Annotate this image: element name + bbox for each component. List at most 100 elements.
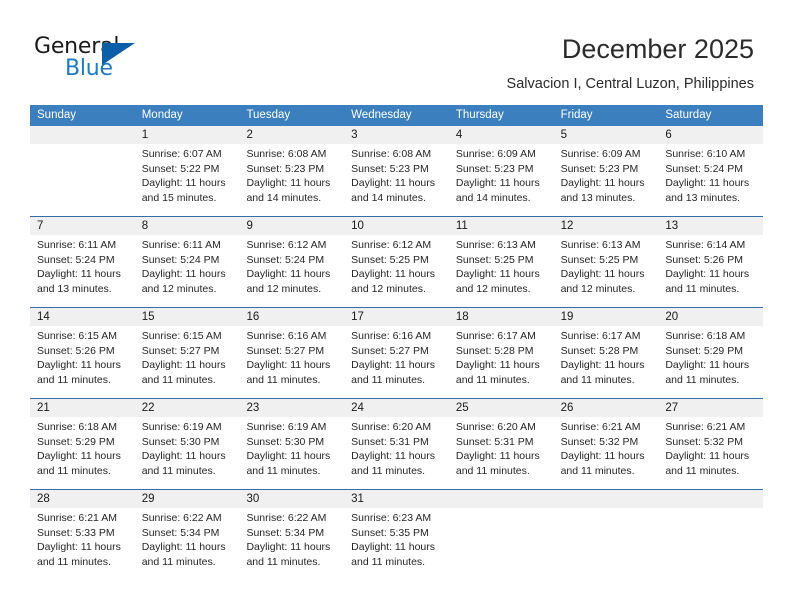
day-number[interactable]: 28 <box>30 490 135 508</box>
day-number[interactable]: 25 <box>449 399 554 417</box>
daylight-text: Daylight: 11 hours and 12 minutes. <box>560 268 645 295</box>
day-cell[interactable]: Sunrise: 6:19 AM Sunset: 5:30 PM Daylight:… <box>239 417 344 489</box>
day-cell[interactable]: Sunrise: 6:15 AM Sunset: 5:26 PM Daylight:… <box>30 326 135 398</box>
sunset-text: Sunset: 5:27 PM <box>351 344 429 357</box>
day-number[interactable]: 1 <box>135 126 240 144</box>
day-number[interactable]: 26 <box>554 399 659 417</box>
day-cell[interactable]: Sunrise: 6:08 AM Sunset: 5:23 PM Daylight:… <box>239 144 344 216</box>
day-number[interactable]: 11 <box>449 217 554 235</box>
day-number[interactable]: 14 <box>30 308 135 326</box>
day-number[interactable]: 13 <box>658 217 763 235</box>
sunrise-text: Sunrise: 6:20 AM <box>351 421 432 433</box>
day-cell[interactable]: Sunrise: 6:16 AM Sunset: 5:27 PM Daylight:… <box>344 326 449 398</box>
day-number[interactable]: 18 <box>449 308 554 326</box>
day-cell[interactable]: Sunrise: 6:11 AM Sunset: 5:24 PM Daylight:… <box>135 235 240 307</box>
day-number[interactable]: 19 <box>554 308 659 326</box>
daylight-text: Daylight: 11 hours and 11 minutes. <box>560 450 645 477</box>
day-cell[interactable]: Sunrise: 6:18 AM Sunset: 5:29 PM Daylight:… <box>658 326 763 398</box>
day-cell[interactable]: Sunrise: 6:12 AM Sunset: 5:24 PM Daylight:… <box>239 235 344 307</box>
day-number[interactable]: 29 <box>135 490 240 508</box>
sunrise-text: Sunrise: 6:22 AM <box>246 512 327 524</box>
day-cell[interactable]: Sunrise: 6:09 AM Sunset: 5:23 PM Daylight:… <box>449 144 554 216</box>
day-cell[interactable]: Sunrise: 6:17 AM Sunset: 5:28 PM Daylight:… <box>449 326 554 398</box>
day-cell[interactable]: Sunrise: 6:22 AM Sunset: 5:34 PM Daylight:… <box>239 508 344 580</box>
day-number-empty <box>30 126 135 144</box>
day-number[interactable]: 5 <box>554 126 659 144</box>
day-cell[interactable]: Sunrise: 6:08 AM Sunset: 5:23 PM Daylight:… <box>344 144 449 216</box>
day-number[interactable]: 30 <box>239 490 344 508</box>
sunset-text: Sunset: 5:34 PM <box>141 526 220 539</box>
sunset-text: Sunset: 5:23 PM <box>560 162 639 175</box>
day-cell[interactable]: Sunrise: 6:19 AM Sunset: 5:30 PM Daylight:… <box>135 417 240 489</box>
day-number[interactable]: 4 <box>449 126 554 144</box>
daylight-text: Daylight: 11 hours and 11 minutes. <box>351 450 436 477</box>
day-cell[interactable]: Sunrise: 6:10 AM Sunset: 5:24 PM Daylight:… <box>658 144 763 216</box>
day-cell[interactable]: Sunrise: 6:11 AM Sunset: 5:24 PM Daylight:… <box>30 235 135 307</box>
day-number[interactable]: 16 <box>239 308 344 326</box>
daylight-text: Daylight: 11 hours and 11 minutes. <box>37 541 121 568</box>
day-number[interactable]: 3 <box>344 126 449 144</box>
day-number[interactable]: 2 <box>239 126 344 144</box>
sunset-text: Sunset: 5:25 PM <box>560 253 639 266</box>
day-number[interactable]: 24 <box>344 399 449 417</box>
general-blue-logo[interactable]: General Blue <box>34 34 164 84</box>
day-number[interactable]: 12 <box>554 217 659 235</box>
day-cell[interactable]: Sunrise: 6:18 AM Sunset: 5:29 PM Daylight:… <box>30 417 135 489</box>
calendar-week-row: 1 2 3 4 5 6 Sunrise: 6:07 AM Sunset: 5:22 PM Day… <box>30 126 763 216</box>
day-number[interactable]: 31 <box>344 490 449 508</box>
sunset-text: Sunset: 5:23 PM <box>246 162 325 175</box>
sunset-text: Sunset: 5:30 PM <box>246 435 325 448</box>
day-number[interactable]: 8 <box>135 217 240 235</box>
weekday-header-wednesday: Wednesday <box>351 109 412 121</box>
sunrise-text: Sunrise: 6:13 AM <box>560 239 641 251</box>
day-cell[interactable]: Sunrise: 6:12 AM Sunset: 5:25 PM Daylight:… <box>344 235 449 307</box>
day-cell[interactable]: Sunrise: 6:20 AM Sunset: 5:31 PM Daylight:… <box>344 417 449 489</box>
sunset-text: Sunset: 5:32 PM <box>665 435 743 448</box>
day-cell[interactable]: Sunrise: 6:21 AM Sunset: 5:32 PM Daylight:… <box>554 417 659 489</box>
day-cell[interactable]: Sunrise: 6:13 AM Sunset: 5:25 PM Daylight:… <box>554 235 659 307</box>
daylight-text: Daylight: 11 hours and 13 minutes. <box>665 177 750 204</box>
day-number[interactable]: 23 <box>239 399 344 417</box>
sunset-text: Sunset: 5:34 PM <box>246 526 325 539</box>
day-cell[interactable]: Sunrise: 6:23 AM Sunset: 5:35 PM Daylight:… <box>344 508 449 580</box>
day-cell[interactable]: Sunrise: 6:14 AM Sunset: 5:26 PM Daylight:… <box>658 235 763 307</box>
sunrise-text: Sunrise: 6:12 AM <box>351 239 432 251</box>
day-number[interactable]: 9 <box>239 217 344 235</box>
day-cell[interactable]: Sunrise: 6:09 AM Sunset: 5:23 PM Daylight:… <box>554 144 659 216</box>
daylight-text: Daylight: 11 hours and 11 minutes. <box>37 359 121 386</box>
day-cell[interactable]: Sunrise: 6:16 AM Sunset: 5:27 PM Daylight:… <box>239 326 344 398</box>
day-number[interactable]: 6 <box>658 126 763 144</box>
day-cell[interactable]: Sunrise: 6:21 AM Sunset: 5:32 PM Daylight:… <box>658 417 763 489</box>
day-cell[interactable]: Sunrise: 6:07 AM Sunset: 5:22 PM Daylight:… <box>135 144 240 216</box>
sunset-text: Sunset: 5:35 PM <box>351 526 429 539</box>
day-cell[interactable]: Sunrise: 6:22 AM Sunset: 5:34 PM Daylight:… <box>135 508 240 580</box>
day-number[interactable]: 22 <box>135 399 240 417</box>
day-number-empty <box>554 490 659 508</box>
day-number[interactable]: 15 <box>135 308 240 326</box>
day-cell[interactable]: Sunrise: 6:17 AM Sunset: 5:28 PM Daylight:… <box>554 326 659 398</box>
sunrise-text: Sunrise: 6:19 AM <box>246 421 327 433</box>
sunset-text: Sunset: 5:23 PM <box>351 162 429 175</box>
day-number[interactable]: 20 <box>658 308 763 326</box>
sunset-text: Sunset: 5:27 PM <box>141 344 220 357</box>
day-cell[interactable]: Sunrise: 6:13 AM Sunset: 5:25 PM Daylight:… <box>449 235 554 307</box>
day-cell[interactable]: Sunrise: 6:21 AM Sunset: 5:33 PM Daylight:… <box>30 508 135 580</box>
day-number[interactable]: 17 <box>344 308 449 326</box>
weekday-header-thursday: Thursday <box>455 109 504 121</box>
sunrise-text: Sunrise: 6:21 AM <box>37 512 117 524</box>
sunset-text: Sunset: 5:30 PM <box>141 435 220 448</box>
day-cell[interactable]: Sunrise: 6:20 AM Sunset: 5:31 PM Daylight:… <box>449 417 554 489</box>
daylight-text: Daylight: 11 hours and 11 minutes. <box>455 359 540 386</box>
sunrise-text: Sunrise: 6:16 AM <box>351 330 432 342</box>
day-number[interactable]: 27 <box>658 399 763 417</box>
sunrise-text: Sunrise: 6:08 AM <box>246 148 327 160</box>
day-number[interactable]: 10 <box>344 217 449 235</box>
sunrise-text: Sunrise: 6:18 AM <box>665 330 746 342</box>
day-cell[interactable]: Sunrise: 6:15 AM Sunset: 5:27 PM Daylight:… <box>135 326 240 398</box>
day-number[interactable]: 21 <box>30 399 135 417</box>
daylight-text: Daylight: 11 hours and 12 minutes. <box>141 268 226 295</box>
sunrise-text: Sunrise: 6:22 AM <box>141 512 222 524</box>
sunrise-text: Sunrise: 6:09 AM <box>560 148 641 160</box>
daylight-text: Daylight: 11 hours and 14 minutes. <box>246 177 331 204</box>
day-number[interactable]: 7 <box>30 217 135 235</box>
